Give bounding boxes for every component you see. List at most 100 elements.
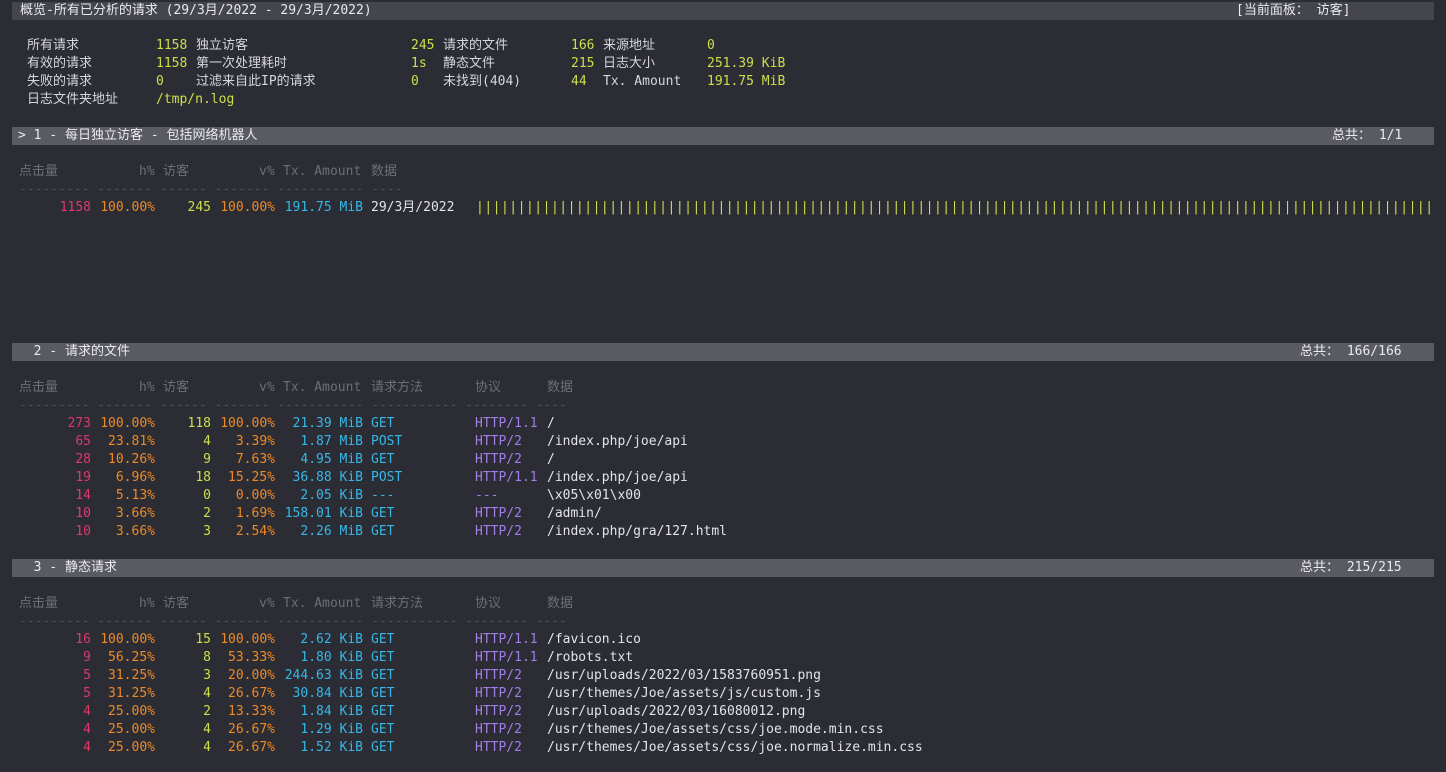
requested-files-label: 请求的文件 [443,38,509,53]
cell-hits: 10 [75,524,91,539]
table-row[interactable]: 9 56.25% 8 53.33% 1.80 KiB GET HTTP/1.1/robots… [0,649,1446,667]
cell-protocol: HTTP/2 [475,704,522,719]
cell-method: GET [371,452,395,467]
cell-hpct: 100.00% [100,416,155,431]
cell-hits: 19 [75,470,91,485]
static-files-label: 静态文件 [443,56,496,71]
valid-requests-label: 有效的请求 [27,56,93,71]
cell-protocol: HTTP/2 [475,722,522,737]
table-row[interactable]: 10 3.66% 3 2.54% 2.26 MiB GET HTTP/2/index.php… [0,523,1446,541]
col-tx-header: Tx. Amount [283,164,362,179]
table-row[interactable]: 19 6.96% 18 15.25% 36.88 KiB POST HTTP/1.1/ind… [0,469,1446,487]
cell-vpct: 2.54% [235,524,275,539]
cell-hits: 14 [75,488,91,503]
table-row[interactable]: 14 5.13% 0 0.00% 2.05 KiB --- --- \x05\x01\x00 [0,487,1446,505]
col-tx-header: Tx. Amount [283,380,362,395]
overview-title: 概览-所有已分析的请求 (29/3月/2022 - 29/3月/2022) [20,3,372,18]
cell-protocol: HTTP/1.1 [475,470,538,485]
table-row[interactable]: 10 3.66% 2 1.69% 158.01 KiB GET HTTP/2/admin/ [0,505,1446,523]
excluded-ip-value: 0 [411,74,419,89]
unique-visitors-value: 245 [411,38,435,53]
col-hpct-header: h% [139,164,155,179]
cell-hits: 10 [75,506,91,521]
cell-hpct: 23.81% [108,434,155,449]
cell-hpct: 31.25% [108,686,155,701]
col-hits-header: 点击量 [19,380,59,395]
cell-method: GET [371,632,395,647]
cell-method: GET [371,722,395,737]
cell-vpct: 100.00% [220,632,275,647]
panel-1-title: > 1 - 每日独立访客 - 包括网络机器人 [18,128,258,143]
cell-method: GET [371,416,395,431]
current-panel-indicator: [当前面板： 访客] [1236,3,1351,18]
cell-tx: 1.84 KiB [300,704,363,719]
cell-vpct: 100.00% [220,416,275,431]
cell-protocol: HTTP/1.1 [475,650,538,665]
cell-tx: 1.80 KiB [300,650,363,665]
cell-data: / [547,452,555,467]
failed-requests-value: 0 [156,74,164,89]
col-visitors-header: 访客 [163,164,190,179]
cell-tx: 191.75 MiB [284,200,363,215]
table-row[interactable]: 5 31.25% 3 20.00% 244.63 KiB GET HTTP/2/usr/up… [0,667,1446,685]
cell-method: GET [371,668,395,683]
cell-data: /usr/themes/Joe/assets/css/joe.mode.min.… [547,722,884,737]
table-row[interactable]: 16 100.00% 15 100.00% 2.62 KiB GET HTTP/1.1/fa… [0,631,1446,649]
col-proto-header: 协议 [475,596,502,611]
cell-protocol: HTTP/1.1 [475,416,538,431]
table-row[interactable]: 1158 100.00% 245 100.00% 191.75 MiB 29/3… [0,199,1446,217]
cell-vpct: 26.67% [228,722,275,737]
cell-hpct: 100.00% [100,632,155,647]
cell-vpct: 100.00% [220,200,275,215]
panel-1-header[interactable]: > 1 - 每日独立访客 - 包括网络机器人 总共： 1/1 [12,127,1434,145]
panel-1-total: 总共： 1/1 [1332,128,1403,143]
cell-visitors: 3 [203,524,211,539]
cell-data: /usr/themes/Joe/assets/css/joe.normalize… [547,740,923,755]
referrers-value: 0 [707,38,715,53]
cell-vpct: 7.63% [235,452,275,467]
cell-visitors: 2 [203,506,211,521]
cell-vpct: 1.69% [235,506,275,521]
panel-3-header[interactable]: 3 - 静态请求 总共： 215/215 [12,559,1434,577]
cell-method: --- [371,488,395,503]
cell-tx: 2.62 KiB [300,632,363,647]
cell-hits: 4 [83,704,91,719]
table-row[interactable]: 28 10.26% 9 7.63% 4.95 MiB GET HTTP/2 / [0,451,1446,469]
cell-protocol: HTTP/2 [475,434,522,449]
cell-visitors: 2 [203,704,211,719]
cell-hits: 5 [83,668,91,683]
panel-2-header[interactable]: 2 - 请求的文件 总共： 166/166 [12,343,1434,361]
cell-visitors: 245 [187,200,211,215]
panel-2-title: 2 - 请求的文件 [18,344,130,359]
overview-title-bar: 概览-所有已分析的请求 (29/3月/2022 - 29/3月/2022) [当… [12,2,1434,20]
init-proc-value: 1s [411,56,427,71]
cell-tx: 1.87 MiB [300,434,363,449]
cell-method: POST [371,470,403,485]
table-row[interactable]: 5 31.25% 4 26.67% 30.84 KiB GET HTTP/2/usr/the… [0,685,1446,703]
col-vpct-header: v% [259,164,275,179]
table-row[interactable]: 273 100.00% 118 100.00% 21.39 MiB GET HTTP/1.1… [0,415,1446,433]
table-row[interactable]: 4 25.00% 2 13.33% 1.84 KiB GET HTTP/2/usr/uplo… [0,703,1446,721]
table-row[interactable]: 4 25.00% 4 26.67% 1.52 KiB GET HTTP/2/usr/them… [0,739,1446,757]
divider-line: --------- ------- ------ ------- -------… [19,398,567,413]
cell-protocol: HTTP/2 [475,740,522,755]
cell-data: /index.php/joe/api [547,470,688,485]
cell-visitors: 118 [187,416,211,431]
cell-vpct: 26.67% [228,686,275,701]
requested-files-value: 166 [571,38,595,53]
cell-hpct: 56.25% [108,650,155,665]
not-found-label: 未找到(404) [443,74,522,89]
cell-method: GET [371,650,395,665]
col-data-header: 数据 [547,596,574,611]
cell-hits: 5 [83,686,91,701]
table-row[interactable]: 4 25.00% 4 26.67% 1.29 KiB GET HTTP/2/usr/them… [0,721,1446,739]
cell-method: GET [371,686,395,701]
cell-vpct: 53.33% [228,650,275,665]
referrers-label: 来源地址 [603,38,656,53]
cell-method: GET [371,740,395,755]
log-path-label: 日志文件夹地址 [27,92,119,107]
cell-hpct: 5.13% [115,488,155,503]
table-row[interactable]: 65 23.81% 4 3.39% 1.87 MiB POST HTTP/2/index.p… [0,433,1446,451]
col-hits-header: 点击量 [19,164,59,179]
cell-hits: 1158 [59,200,91,215]
